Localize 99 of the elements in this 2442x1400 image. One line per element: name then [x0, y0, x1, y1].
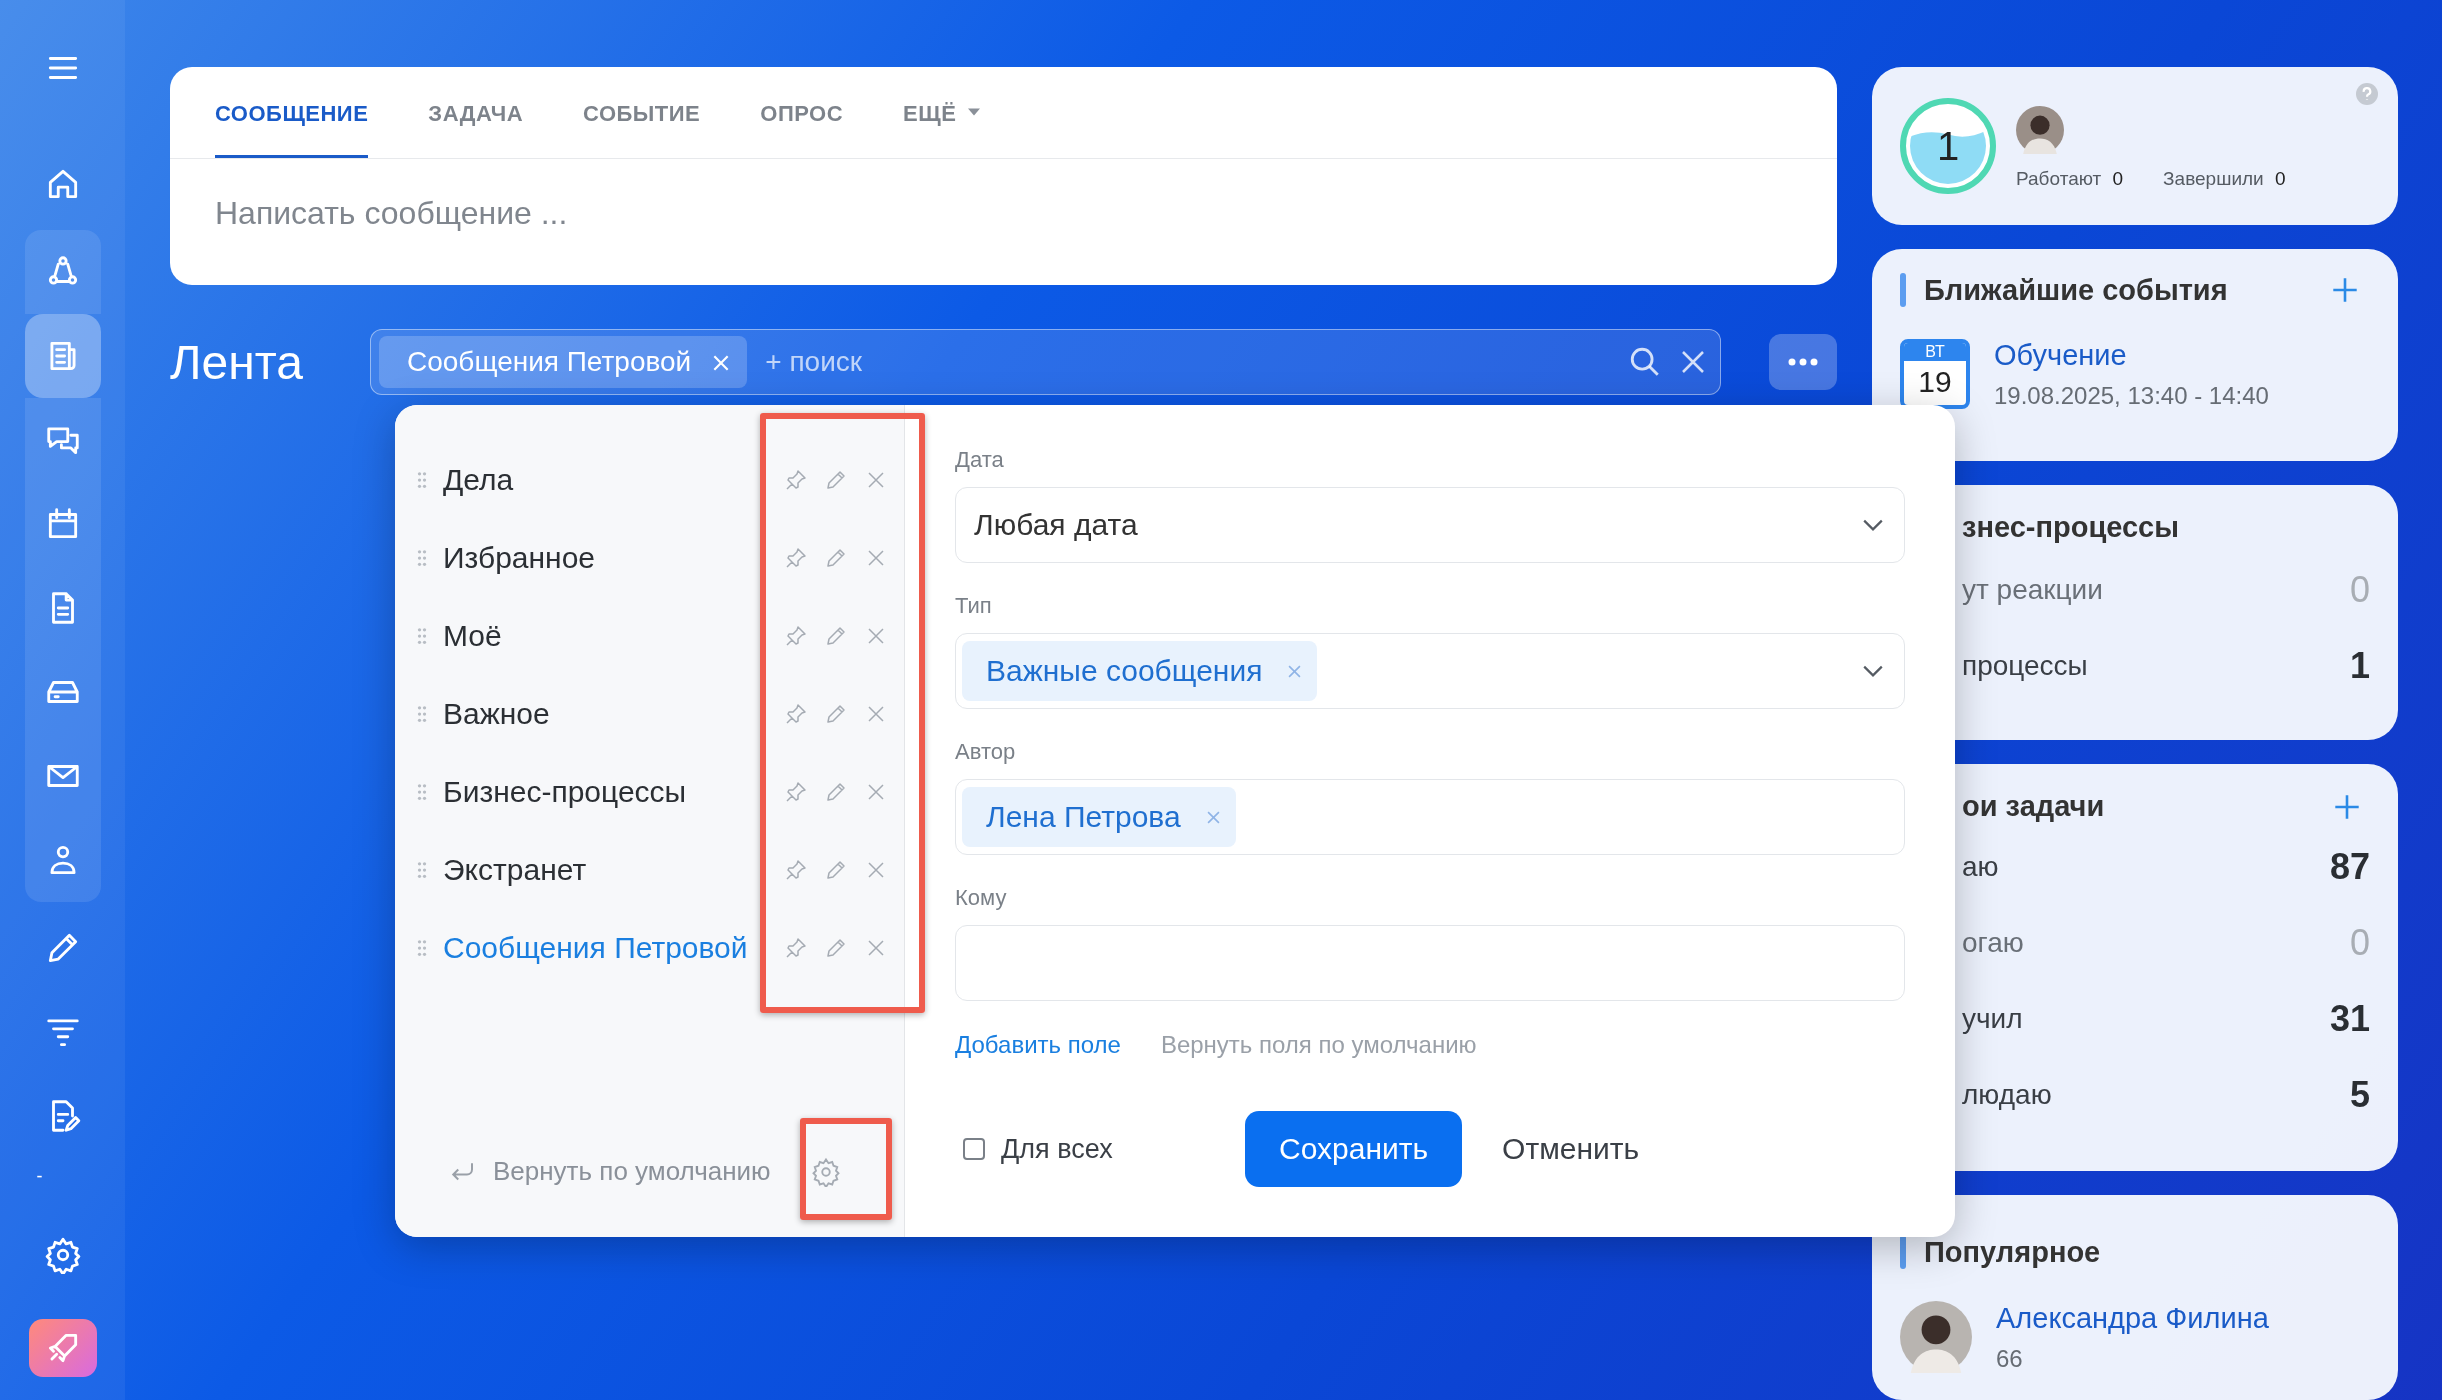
pin-icon[interactable]: [784, 702, 808, 726]
sidebar-dash: -: [35, 1166, 44, 1187]
accent-bar: [1900, 273, 1906, 307]
accent-bar: [1900, 1235, 1906, 1269]
row-count: 0: [2349, 569, 2370, 611]
row-count: 1: [2349, 645, 2370, 687]
checkbox-label[interactable]: Для всех: [1001, 1133, 1113, 1165]
more-icon: [1788, 358, 1818, 366]
row-count: 5: [2349, 1074, 2370, 1116]
close-icon[interactable]: [1206, 810, 1220, 824]
preset-item[interactable]: Сообщения Петровой: [443, 931, 784, 965]
avatar[interactable]: [2016, 106, 2064, 154]
status-count: Работают 0: [2016, 168, 2124, 190]
settings-icon[interactable]: [810, 1156, 841, 1187]
preset-item[interactable]: Моё: [443, 619, 784, 653]
drag-handle-icon[interactable]: [417, 470, 427, 490]
sidebar-item[interactable]: [28, 1319, 97, 1377]
chevron-down-icon: [1862, 664, 1884, 678]
card-title: ои задачи: [1962, 790, 2106, 823]
pin-icon[interactable]: [784, 780, 808, 804]
row-label[interactable]: ут реакции: [1962, 574, 2103, 606]
row-label[interactable]: огаю: [1962, 927, 2024, 959]
search-icon[interactable]: [1628, 345, 1662, 379]
sidebar-item[interactable]: [24, 230, 101, 314]
pencil-icon[interactable]: [824, 468, 848, 492]
drag-handle-icon[interactable]: [417, 782, 427, 802]
row-label[interactable]: людаю: [1962, 1079, 2052, 1111]
chevron-down-icon: [1862, 518, 1884, 532]
pin-icon[interactable]: [784, 468, 808, 492]
row-label[interactable]: аю: [1962, 851, 1999, 883]
pencil-icon[interactable]: [824, 780, 848, 804]
field-label: Кому: [955, 885, 1008, 911]
pencil-icon[interactable]: [824, 546, 848, 570]
search-field[interactable]: Сообщения Петровой + поиск: [370, 329, 1721, 395]
pin-icon[interactable]: [784, 858, 808, 882]
composer-card[interactable]: СООБЩЕНИЕ ЗАДАЧА СОБЫТИЕ ОПРОС ЕЩЁ Написать сообщение ...: [170, 67, 1837, 285]
drag-handle-icon[interactable]: [417, 704, 427, 724]
row-label[interactable]: учил: [1962, 1003, 2023, 1035]
date-badge: ВТ 19: [1900, 339, 1970, 409]
preset-item[interactable]: Экстранет: [443, 853, 784, 887]
pencil-icon[interactable]: [824, 624, 848, 648]
sidebar-item[interactable]: [24, 314, 101, 398]
person-link[interactable]: Александра Филина: [1996, 1301, 2269, 1335]
event-link[interactable]: Обучение: [1994, 339, 2269, 372]
row-count: 31: [2329, 998, 2370, 1040]
pencil-icon[interactable]: [824, 936, 848, 960]
drag-handle-icon[interactable]: [417, 860, 427, 880]
composer-tab[interactable]: ЗАДАЧА: [428, 67, 524, 158]
filter-tag[interactable]: Лена Петрова: [962, 787, 1236, 847]
filter-field[interactable]: Важные сообщения: [955, 633, 1905, 709]
settings-icon: [43, 1236, 82, 1274]
drag-handle-icon[interactable]: [417, 626, 427, 646]
filter-chip[interactable]: Сообщения Петровой: [379, 336, 748, 388]
close-icon[interactable]: [1288, 664, 1302, 678]
row-count: 87: [2329, 846, 2370, 888]
sidebar-item[interactable]: [24, 818, 101, 902]
plus-icon[interactable]: [2334, 793, 2360, 820]
checkbox[interactable]: [963, 1138, 985, 1160]
card-title: Популярное: [1924, 1235, 2102, 1269]
filter-field[interactable]: [955, 925, 1905, 1001]
avatar[interactable]: [1900, 1301, 1972, 1373]
help-icon[interactable]: [2356, 83, 2378, 105]
drag-handle-icon[interactable]: [417, 938, 427, 958]
filter-field[interactable]: Лена Петрова: [955, 779, 1905, 855]
add-field-link[interactable]: Добавить поле: [955, 1031, 1121, 1059]
cancel-button[interactable]: Отменить: [1496, 1131, 1646, 1167]
preset-item[interactable]: Важное: [443, 697, 784, 731]
card-title: знес-процессы: [1962, 511, 2180, 544]
field-label: Дата: [955, 447, 1005, 473]
pin-icon[interactable]: [784, 624, 808, 648]
field-label: Тип: [955, 593, 993, 619]
composer-tab[interactable]: СОБЫТИЕ: [583, 67, 701, 158]
row-count: 0: [2349, 922, 2370, 964]
event-time: 19.08.2025, 13:40 - 14:40: [1994, 382, 2269, 410]
person-count: 66: [1996, 1344, 2024, 1373]
card-title: Ближайшие события: [1924, 273, 2229, 307]
save-button[interactable]: Сохранить: [1245, 1111, 1463, 1187]
pencil-icon[interactable]: [824, 702, 848, 726]
pin-icon[interactable]: [784, 546, 808, 570]
sidebar-item[interactable]: [24, 398, 101, 482]
pin-icon[interactable]: [784, 936, 808, 960]
counter-value: 1: [1936, 123, 1960, 169]
plus-icon[interactable]: [2332, 277, 2358, 303]
filter-field[interactable]: Любая дата: [955, 487, 1905, 563]
status-count: Завершили 0: [2163, 168, 2286, 190]
more-button[interactable]: [1769, 334, 1837, 390]
field-label: Автор: [955, 739, 1017, 765]
composer-tab[interactable]: ОПРОС: [760, 67, 844, 158]
drag-handle-icon[interactable]: [417, 548, 427, 568]
filter-tag[interactable]: Важные сообщения: [962, 641, 1318, 701]
caret-icon: [968, 108, 981, 116]
feed-title: Лента: [170, 334, 304, 390]
preset-item[interactable]: Бизнес-процессы: [443, 775, 784, 809]
reset-link[interactable]: Вернуть по умолчанию: [493, 1156, 771, 1187]
row-label[interactable]: процессы: [1962, 650, 2088, 682]
preset-item[interactable]: Избранное: [443, 541, 784, 575]
preset-item[interactable]: Дела: [443, 463, 784, 497]
pencil-icon[interactable]: [824, 858, 848, 882]
composer-tab[interactable]: ЕЩЁ: [903, 67, 981, 158]
